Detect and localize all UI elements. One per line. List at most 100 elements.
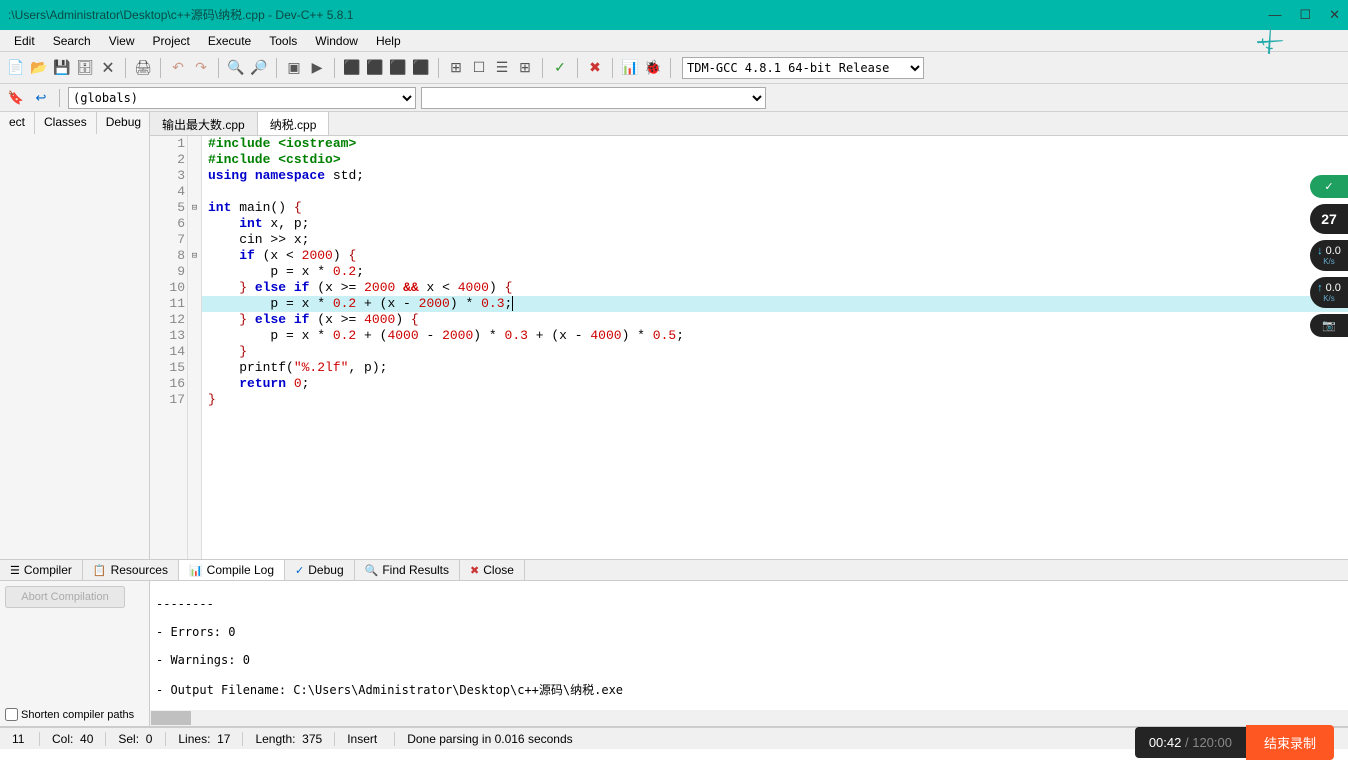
check-icon[interactable]: ✓ [550, 58, 570, 78]
close-button[interactable]: ✕ [1329, 0, 1340, 30]
btab-compile-log[interactable]: 📊Compile Log [179, 560, 285, 580]
resources-icon: 📋 [93, 564, 107, 577]
maximize-button[interactable]: ☐ [1299, 0, 1311, 30]
compile-icon[interactable]: ▣ [284, 58, 304, 78]
find-results-icon: 🔍 [365, 564, 379, 577]
separator [276, 58, 277, 78]
redo-icon[interactable]: ↷ [191, 58, 211, 78]
member-select[interactable] [421, 87, 766, 109]
tab-classes[interactable]: Classes [35, 112, 97, 134]
side-panel: ect Classes Debug [0, 112, 150, 559]
save-icon[interactable]: 💾 [52, 58, 72, 78]
menu-help[interactable]: Help [368, 32, 409, 50]
undo-icon[interactable]: ↶ [168, 58, 188, 78]
insert-btn3-icon[interactable]: ⬛ [388, 58, 408, 78]
compiler-icon: ☰ [10, 564, 20, 577]
record-timer: 00:42 / 120:00 [1135, 727, 1246, 758]
menu-project[interactable]: Project [145, 32, 198, 50]
log-area: Abort Compilation Shorten compiler paths… [0, 581, 1348, 727]
separator [612, 58, 613, 78]
separator [334, 58, 335, 78]
saveall-icon[interactable]: 🗄 [75, 58, 95, 78]
shorten-paths-checkbox[interactable] [5, 708, 18, 721]
log-scrollbar[interactable] [150, 710, 1348, 726]
toolbar: 📄 📂 💾 🗄 🗙 🖨 ↶ ↷ 🔍 🔎 ▣ ▶ ⬛ ⬛ ⬛ ⬛ ⊞ ☐ ☰ ⊞ … [0, 52, 1348, 84]
main-area: ect Classes Debug 输出最大数.cpp 纳税.cpp 1 2 3… [0, 112, 1348, 559]
btab-resources[interactable]: 📋Resources [83, 560, 179, 580]
stop-recording-button[interactable]: 结束录制 [1246, 725, 1334, 760]
btab-compiler[interactable]: ☰Compiler [0, 560, 83, 580]
replace-icon[interactable]: 🔎 [249, 58, 269, 78]
separator [160, 58, 161, 78]
menu-window[interactable]: Window [307, 32, 366, 50]
code-content[interactable]: #include <iostream> #include <cstdio> us… [202, 136, 1348, 559]
goto-icon[interactable]: 🔖 [6, 88, 26, 108]
status-lines: Lines: 17 [166, 732, 243, 746]
status-col: Col: 40 [40, 732, 106, 746]
debug-icon[interactable]: 🐞 [643, 58, 663, 78]
close-file-icon[interactable]: 🗙 [98, 58, 118, 78]
open-icon[interactable]: 📂 [29, 58, 49, 78]
compile-log-icon: 📊 [189, 564, 203, 577]
side-rate-down: ↓ 0.0K/s [1310, 240, 1348, 271]
run-icon[interactable]: ▶ [307, 58, 327, 78]
box-icon[interactable]: ☐ [469, 58, 489, 78]
separator [542, 58, 543, 78]
bottom-tabs: ☰Compiler 📋Resources 📊Compile Log ✓Debug… [0, 559, 1348, 581]
globals-select[interactable]: (globals) [68, 87, 416, 109]
titlebar: :\Users\Administrator\Desktop\c++源码\纳税.c… [0, 0, 1348, 30]
camera-icon[interactable]: 📷 [1310, 314, 1348, 337]
menu-view[interactable]: View [101, 32, 143, 50]
tab-debug[interactable]: Debug [97, 112, 151, 134]
fold-column[interactable]: ⊟ ⊟ [188, 136, 202, 559]
menu-edit[interactable]: Edit [6, 32, 43, 50]
new-icon[interactable]: 📄 [6, 58, 26, 78]
menu-execute[interactable]: Execute [200, 32, 259, 50]
separator [218, 58, 219, 78]
list-icon[interactable]: ☰ [492, 58, 512, 78]
fold-toggle-icon: ⊟ [188, 248, 201, 264]
tab-project[interactable]: ect [0, 112, 35, 134]
print-icon[interactable]: 🖨 [133, 58, 153, 78]
tile-icon[interactable]: ⊞ [515, 58, 535, 78]
back-icon[interactable]: ↩ [31, 88, 51, 108]
profile-icon[interactable]: 📊 [620, 58, 640, 78]
window-title: :\Users\Administrator\Desktop\c++源码\纳税.c… [8, 0, 353, 30]
side-widget: ✓ 27 ↓ 0.0K/s ↑ 0.0K/s 📷 [1310, 175, 1348, 343]
separator [125, 58, 126, 78]
log-side: Abort Compilation Shorten compiler paths [0, 581, 150, 726]
menu-tools[interactable]: Tools [261, 32, 305, 50]
editor-area: 输出最大数.cpp 纳税.cpp 1 2 3 4 5 6 7 8 9 10 11… [150, 112, 1348, 559]
code-area[interactable]: 1 2 3 4 5 6 7 8 9 10 11 12 13 14 15 16 1… [150, 136, 1348, 559]
find-icon[interactable]: 🔍 [226, 58, 246, 78]
window-controls: — ☐ ✕ [1268, 0, 1340, 30]
compiler-select[interactable]: TDM-GCC 4.8.1 64-bit Release [682, 57, 924, 79]
insert-btn4-icon[interactable]: ⬛ [411, 58, 431, 78]
btab-debug[interactable]: ✓Debug [285, 560, 355, 580]
file-tab-1[interactable]: 输出最大数.cpp [150, 112, 258, 135]
file-tab-2[interactable]: 纳税.cpp [258, 112, 330, 135]
shorten-paths-label[interactable]: Shorten compiler paths [5, 708, 144, 721]
status-length: Length: 375 [243, 732, 335, 746]
line-gutter: 1 2 3 4 5 6 7 8 9 10 11 12 13 14 15 16 1… [150, 136, 188, 559]
abort-compilation-button: Abort Compilation [5, 586, 125, 608]
file-tabs: 输出最大数.cpp 纳税.cpp [150, 112, 1348, 136]
grid-icon[interactable]: ⊞ [446, 58, 466, 78]
side-badge[interactable]: 27 [1310, 204, 1348, 234]
status-sel: Sel: 0 [106, 732, 166, 746]
menu-search[interactable]: Search [45, 32, 99, 50]
log-content[interactable]: -------- - Errors: 0 - Warnings: 0 - Out… [150, 581, 1348, 726]
status-line: 11 [0, 732, 40, 746]
status-mode: Insert [335, 732, 395, 746]
btab-find-results[interactable]: 🔍Find Results [355, 560, 460, 580]
fold-toggle-icon: ⊟ [188, 200, 201, 216]
insert-btn1-icon[interactable]: ⬛ [342, 58, 362, 78]
menubar: Edit Search View Project Execute Tools W… [0, 30, 1348, 52]
status-ok-icon[interactable]: ✓ [1310, 175, 1348, 198]
insert-btn2-icon[interactable]: ⬛ [365, 58, 385, 78]
separator [670, 58, 671, 78]
selector-row: 🔖 ↩ (globals) [0, 84, 1348, 112]
cross-icon[interactable]: ✖ [585, 58, 605, 78]
btab-close[interactable]: ✖Close [460, 560, 525, 580]
record-overlay: 00:42 / 120:00 结束录制 [1135, 725, 1334, 760]
